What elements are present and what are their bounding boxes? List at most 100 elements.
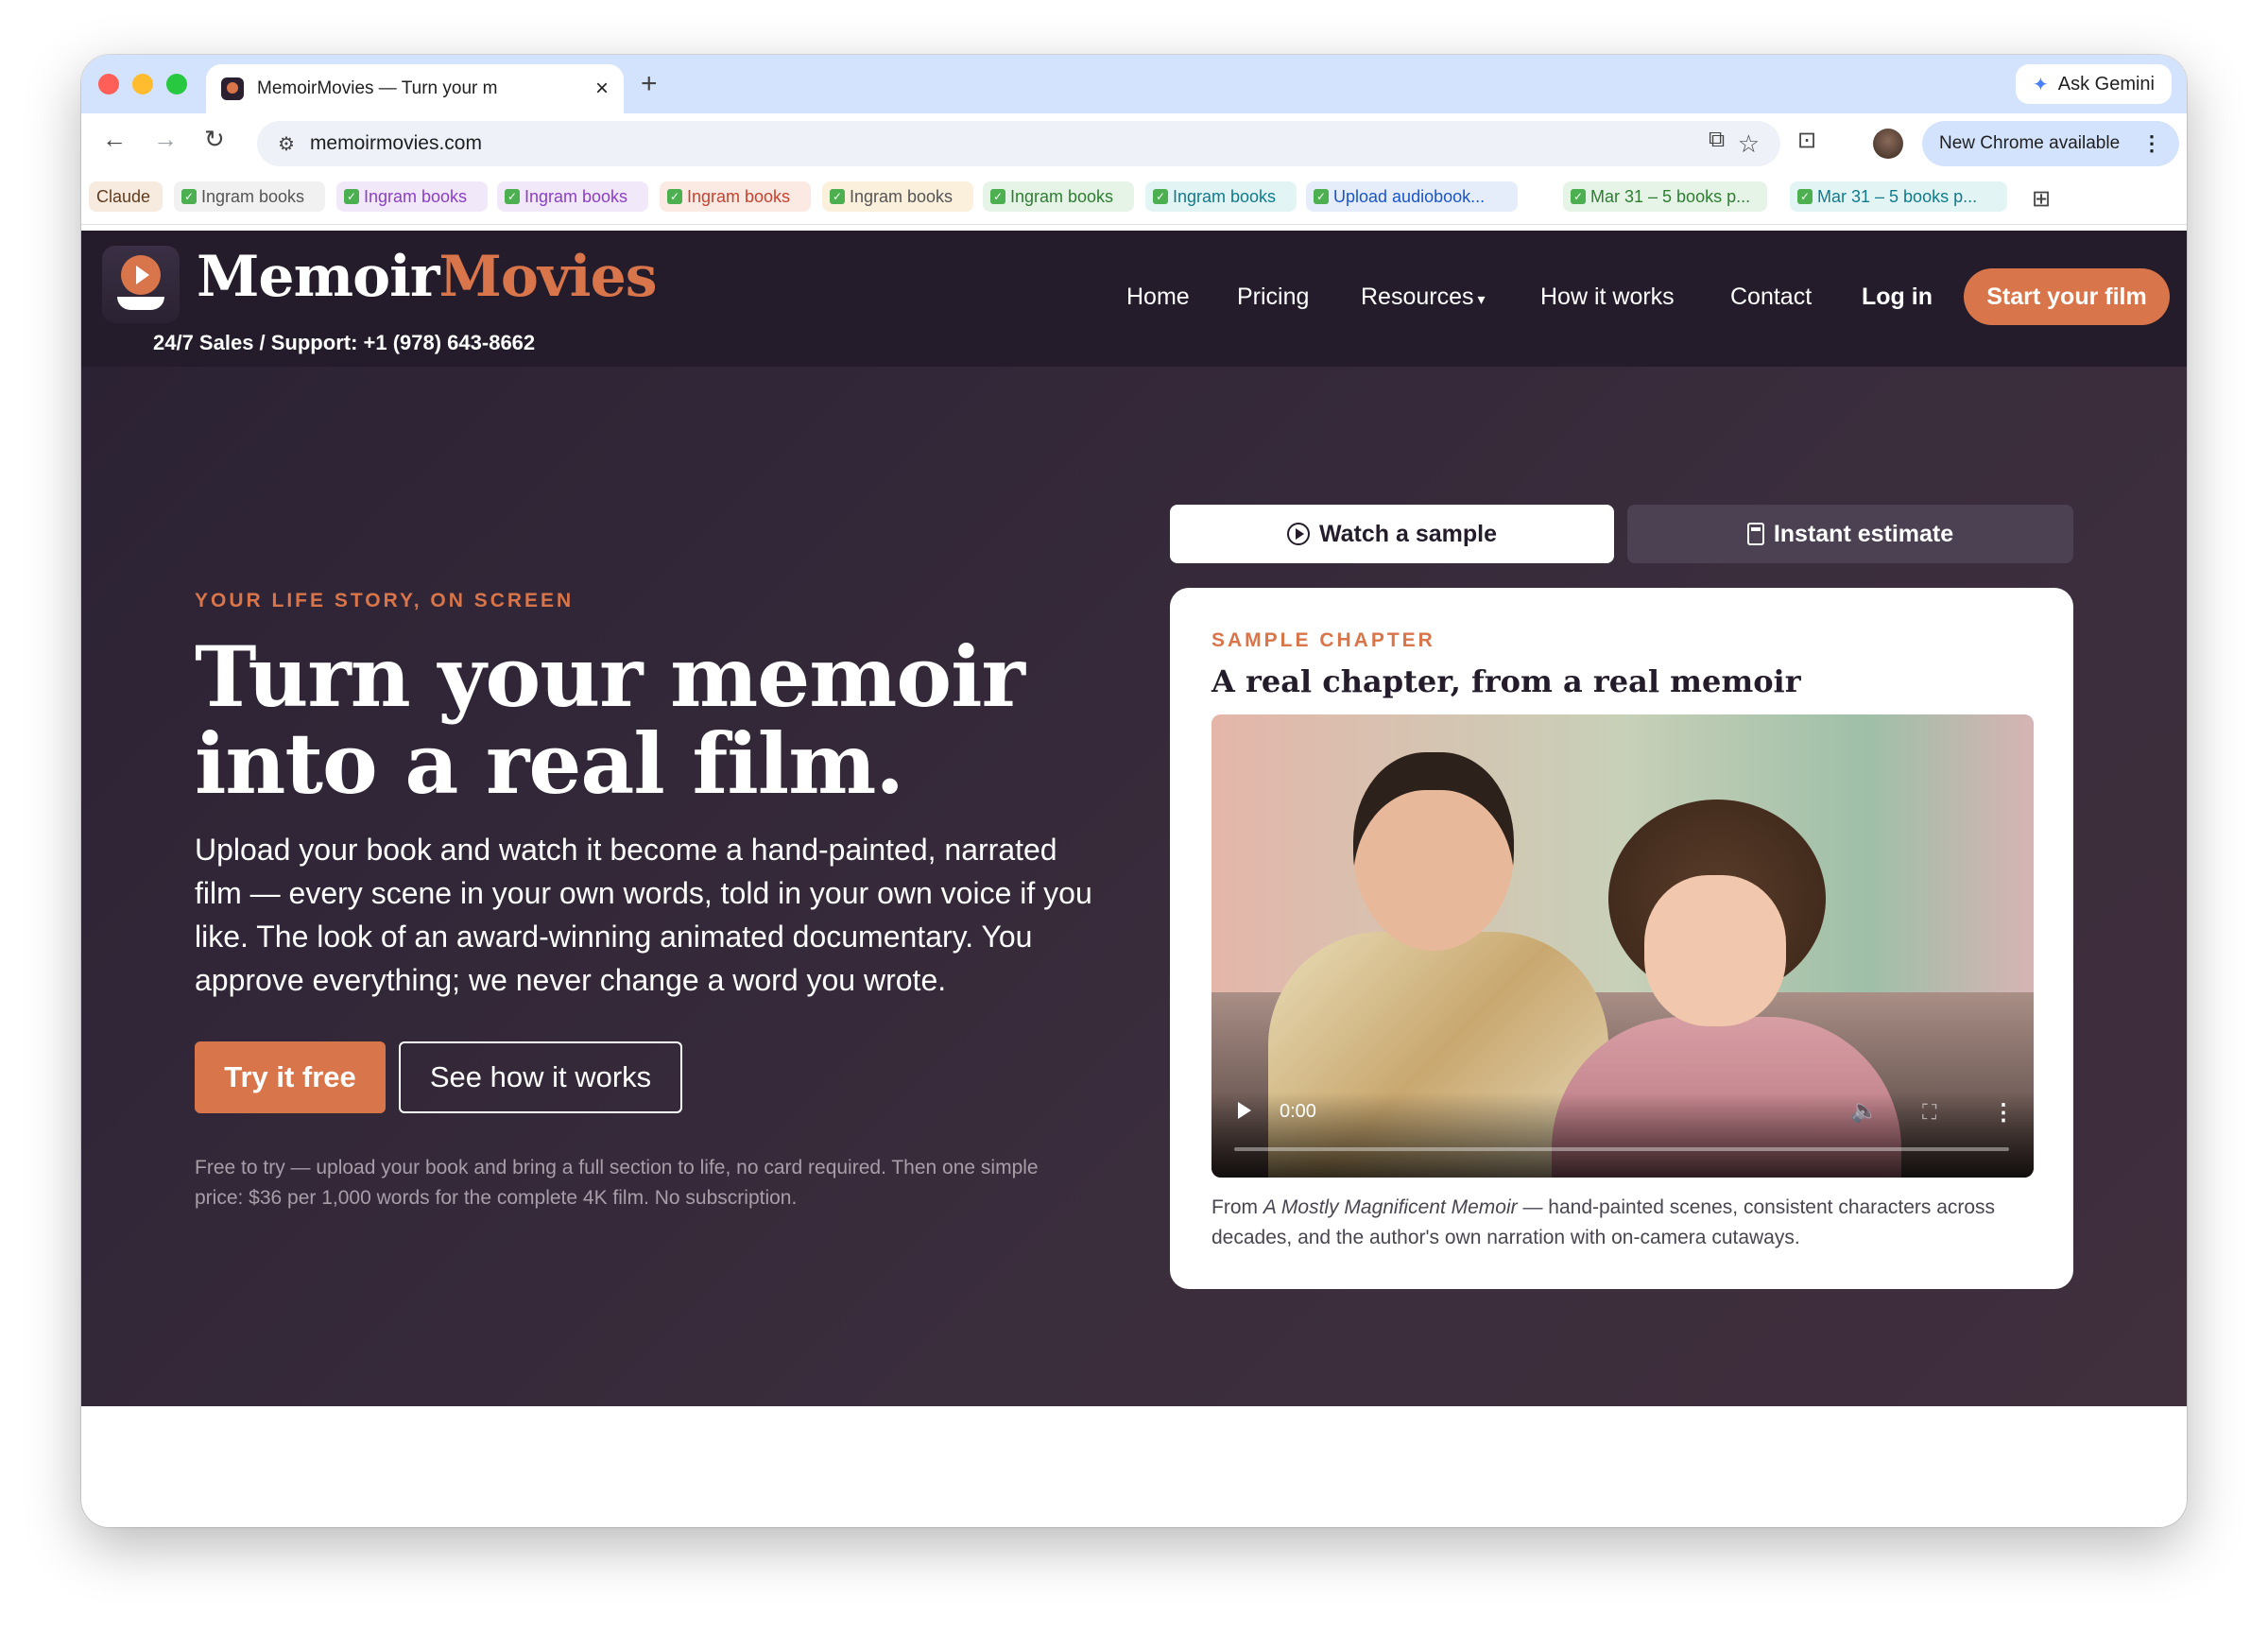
profile-avatar[interactable] bbox=[1873, 129, 1903, 159]
close-tab-icon[interactable]: × bbox=[595, 77, 609, 100]
page-content: MemoirMovies 24/7 Sales / Support: +1 (9… bbox=[81, 231, 2187, 1527]
tab-estimate-label: Instant estimate bbox=[1773, 520, 1954, 547]
apps-grid-icon[interactable]: ⊞ bbox=[2032, 185, 2051, 213]
bookmarks-bar: Claude ✓ Ingram books ✓ Ingram books ✓ Ingram … bbox=[81, 172, 2187, 225]
tab-instant-estimate[interactable]: Instant estimate bbox=[1627, 505, 2073, 563]
more-menu-icon[interactable]: ⋮ bbox=[2141, 131, 2162, 156]
logo-movies-text: Movies bbox=[438, 244, 658, 310]
bookmark-label: Ingram books bbox=[201, 186, 305, 206]
checkmark-icon: ✓ bbox=[830, 189, 845, 204]
hero-eyebrow: YOUR LIFE STORY, ON SCREEN bbox=[195, 590, 575, 611]
illustration-boy-face bbox=[1644, 875, 1786, 1026]
sample-video[interactable]: 0:00 🔈 ⛶ ⋮ bbox=[1211, 714, 2034, 1178]
volume-icon[interactable]: 🔈 bbox=[1850, 1097, 1879, 1125]
address-bar[interactable]: ⚙ memoirmovies.com ☆ bbox=[257, 121, 1780, 166]
sample-eyebrow: SAMPLE CHAPTER bbox=[1211, 629, 1435, 651]
gemini-sparkle-icon: ✦ bbox=[2032, 74, 2049, 95]
checkmark-icon: ✓ bbox=[181, 189, 197, 204]
tab-search-icon[interactable]: ⊡ bbox=[1797, 127, 1816, 154]
video-more-icon[interactable]: ⋮ bbox=[1992, 1099, 2015, 1127]
bookmark-item[interactable]: ✓ Ingram books bbox=[497, 181, 648, 212]
tab-watch-sample[interactable]: Watch a sample bbox=[1170, 505, 1614, 563]
ask-gemini-button[interactable]: ✦ Ask Gemini bbox=[2015, 64, 2172, 104]
sample-caption: From A Mostly Magnificent Memoir — hand-… bbox=[1211, 1193, 2043, 1253]
site-info-icon[interactable]: ⚙ bbox=[278, 132, 295, 156]
chrome-update-label: New Chrome available bbox=[1939, 133, 2121, 153]
bookmark-label: Ingram books bbox=[687, 186, 791, 206]
tab-title: MemoirMovies — Turn your m bbox=[257, 78, 498, 98]
tab-strip: MemoirMovies — Turn your m × + ✦ Ask Gem… bbox=[81, 55, 2187, 113]
support-phone: 24/7 Sales / Support: +1 (978) 643-8662 bbox=[153, 331, 536, 354]
checkmark-icon: ✓ bbox=[990, 189, 1005, 204]
maximize-window-button[interactable] bbox=[166, 74, 187, 95]
bookmark-item[interactable]: ✓ Ingram books bbox=[660, 181, 811, 212]
illustration-man-head bbox=[1353, 752, 1514, 951]
checkmark-icon: ✓ bbox=[344, 189, 359, 204]
site-logo[interactable]: MemoirMovies bbox=[197, 244, 658, 310]
checkmark-icon: ✓ bbox=[1571, 189, 1586, 204]
bookmark-item[interactable]: ✓ Mar 31 – 5 books p... bbox=[1790, 181, 2007, 212]
see-how-it-works-button[interactable]: See how it works bbox=[399, 1041, 682, 1113]
bookmark-star-icon[interactable]: ☆ bbox=[1738, 129, 1760, 159]
extensions-puzzle-icon[interactable]: ⧉ bbox=[1709, 127, 1725, 153]
bookmark-item[interactable]: ✓ Ingram books bbox=[336, 181, 488, 212]
play-circle-icon bbox=[1286, 523, 1310, 545]
checkmark-icon: ✓ bbox=[505, 189, 520, 204]
browser-tab[interactable]: MemoirMovies — Turn your m × bbox=[206, 64, 624, 113]
nav-how-it-works[interactable]: How it works bbox=[1540, 284, 1675, 311]
close-window-button[interactable] bbox=[98, 74, 119, 95]
bookmark-label: Mar 31 – 5 books p... bbox=[1590, 186, 1751, 206]
bookmark-item[interactable]: ✓ Upload audiobook... bbox=[1306, 181, 1518, 212]
bookmark-item[interactable]: ✓ Mar 31 – 5 books p... bbox=[1563, 181, 1767, 212]
video-time: 0:00 bbox=[1280, 1101, 1316, 1122]
site-favicon-icon bbox=[221, 77, 244, 100]
video-progress-bar[interactable] bbox=[1234, 1147, 2009, 1151]
start-your-film-button[interactable]: Start your film bbox=[1964, 268, 2170, 325]
logo-memoir-text: Memoir bbox=[197, 244, 439, 310]
fullscreen-icon[interactable]: ⛶ bbox=[1922, 1100, 1936, 1125]
site-header: MemoirMovies 24/7 Sales / Support: +1 (9… bbox=[81, 231, 2187, 367]
new-tab-button[interactable]: + bbox=[641, 68, 658, 100]
minimize-window-button[interactable] bbox=[132, 74, 153, 95]
nav-pricing[interactable]: Pricing bbox=[1237, 284, 1309, 311]
checkmark-icon: ✓ bbox=[1797, 189, 1813, 204]
bookmark-label: Ingram books bbox=[850, 186, 954, 206]
sample-title: A real chapter, from a real memoir bbox=[1211, 663, 1801, 699]
sample-card: SAMPLE CHAPTER A real chapter, from a re… bbox=[1170, 588, 2073, 1289]
nav-home[interactable]: Home bbox=[1126, 284, 1190, 311]
checkmark-icon: ✓ bbox=[667, 189, 682, 204]
back-arrow-icon[interactable]: ← bbox=[102, 125, 127, 154]
logo-icon[interactable] bbox=[102, 246, 180, 323]
bookmark-item[interactable]: ✓ Ingram books bbox=[822, 181, 973, 212]
browser-window: MemoirMovies — Turn your m × + ✦ Ask Gem… bbox=[81, 55, 2187, 1527]
checkmark-icon: ✓ bbox=[1153, 189, 1168, 204]
try-it-free-button[interactable]: Try it free bbox=[195, 1041, 386, 1113]
bookmark-label: Ingram books bbox=[1173, 186, 1277, 206]
bookmark-label: Ingram books bbox=[524, 186, 628, 206]
forward-arrow-icon[interactable]: → bbox=[153, 125, 178, 154]
hero-headline: Turn your memoir into a real film. bbox=[195, 628, 1025, 813]
bookmark-label: Claude bbox=[96, 186, 151, 206]
caption-prefix: From bbox=[1211, 1196, 1263, 1218]
hero-subhead: Upload your book and watch it become a h… bbox=[195, 833, 1092, 997]
calculator-icon bbox=[1746, 523, 1764, 545]
nav-contact[interactable]: Contact bbox=[1730, 284, 1812, 311]
bookmark-label: Ingram books bbox=[1010, 186, 1114, 206]
tab-watch-label: Watch a sample bbox=[1318, 520, 1498, 547]
nav-login[interactable]: Log in bbox=[1862, 284, 1933, 311]
url-text[interactable]: memoirmovies.com bbox=[310, 132, 482, 155]
video-controls: 0:00 🔈 ⛶ ⋮ bbox=[1211, 1092, 2034, 1178]
bookmark-label: Upload audiobook... bbox=[1333, 186, 1486, 206]
reload-icon[interactable]: ↻ bbox=[204, 125, 225, 154]
play-icon[interactable] bbox=[1238, 1102, 1251, 1119]
pricing-fineprint: Free to try — upload your book and bring… bbox=[195, 1157, 1039, 1209]
bookmark-item[interactable]: ✓ Ingram books bbox=[983, 181, 1134, 212]
bookmark-label: Ingram books bbox=[364, 186, 468, 206]
bookmark-item[interactable]: Claude bbox=[89, 181, 163, 212]
bookmark-item[interactable]: ✓ Ingram books bbox=[174, 181, 325, 212]
nav-resources[interactable]: Resources ▾ bbox=[1361, 284, 1486, 311]
bookmark-item[interactable]: ✓ Ingram books bbox=[1145, 181, 1297, 212]
chrome-update-button[interactable]: New Chrome available ⋮ bbox=[1922, 121, 2179, 166]
checkmark-icon: ✓ bbox=[1314, 189, 1329, 204]
bookmark-label: Mar 31 – 5 books p... bbox=[1817, 186, 1978, 206]
